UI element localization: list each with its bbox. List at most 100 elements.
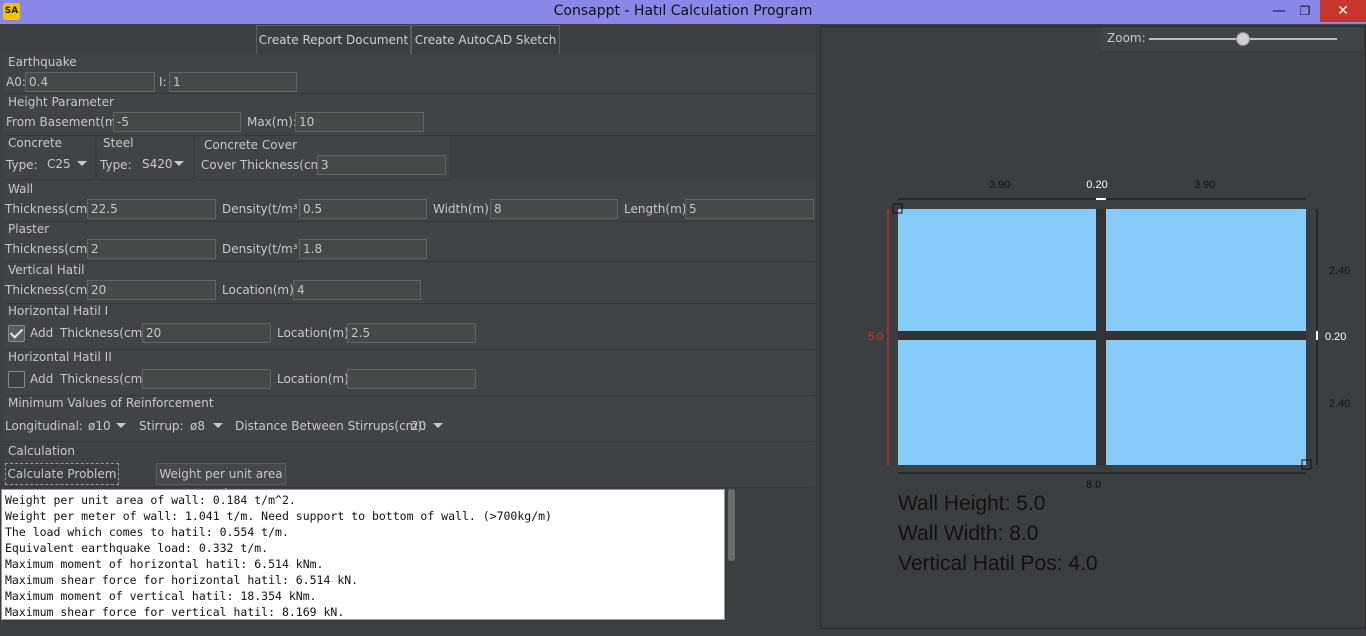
wall-panel-bottom-right: [1106, 340, 1306, 465]
horizontal-hatil-1-section: Horizontal Hatil I Add Thickness(cm): 20…: [3, 304, 816, 350]
section-title: Plaster: [8, 222, 50, 236]
concrete-type-select[interactable]: C25: [47, 153, 87, 175]
wall-thickness-label: Thickness(cm):: [5, 202, 97, 216]
dim-height: 5.0: [868, 331, 883, 343]
section-title: Wall: [8, 182, 34, 196]
wall-width-field[interactable]: 8: [490, 199, 618, 219]
create-autocad-button[interactable]: Create AutoCAD Sketch: [411, 25, 560, 55]
wall-panel-top-right: [1106, 209, 1306, 331]
stirrup-distance-select[interactable]: 20: [411, 415, 443, 437]
section-title: Horizontal Hatil I: [8, 304, 109, 318]
wall-section: Wall Thickness(cm): 22.5 Density(t/m³): …: [3, 180, 816, 222]
dim-width: 8.0: [1086, 479, 1101, 491]
longitudinal-select[interactable]: ø10: [88, 415, 126, 437]
horizontal-2-location-field[interactable]: [347, 369, 476, 389]
horizontal-2-thickness-label: Thickness(cm):: [60, 372, 152, 386]
title-bar: SA Consappt - Hatıl Calculation Program …: [0, 0, 1366, 24]
maximize-button[interactable]: ❐: [1292, 0, 1318, 22]
dim-right-span: 3.90: [1194, 179, 1215, 191]
earthquake-section: Earthquake A0: 0.4 I: 1: [3, 54, 816, 94]
output-line: Maximum moment of vertical hatil: 18.354…: [5, 589, 317, 603]
result-output[interactable]: Weight per unit area of wall: 0.184 t/m^…: [1, 489, 725, 620]
horizontal-hatil-2-section: Horizontal Hatil II Add Thickness(cm): L…: [3, 350, 816, 396]
vertical-location-label: Location(m):: [222, 283, 298, 297]
horizontal-1-add-label: Add: [30, 326, 54, 340]
horizontal-1-thickness-field[interactable]: 20: [142, 323, 271, 343]
section-title: Concrete Cover: [204, 138, 298, 152]
section-title: Steel: [103, 136, 134, 150]
horizontal-1-location-field[interactable]: 2.5: [347, 323, 476, 343]
vertical-thickness-field[interactable]: 20: [87, 280, 216, 300]
summary-vertical-hatil-pos: Vertical Hatil Pos: 4.0: [898, 552, 1098, 575]
section-title: Calculation: [8, 444, 75, 458]
plaster-density-label: Density(t/m³):: [222, 242, 307, 256]
wall-thickness-field[interactable]: 22.5: [87, 199, 216, 219]
steel-section: Steel Type: S420: [97, 136, 193, 180]
horizontal-2-thickness-field[interactable]: [142, 369, 271, 389]
summary-wall-width: Wall Width: 8.0: [898, 522, 1039, 545]
cover-section: Concrete Cover Cover Thickness(cm): 3: [195, 136, 450, 180]
plaster-section: Plaster Thickness(cm): 2 Density(t/m³): …: [3, 222, 816, 262]
dim-vertical-hatil: 0.20: [1086, 179, 1107, 191]
stirrup-distance-label: Distance Between Stirrups(cm):: [235, 419, 427, 433]
output-line: Maximum moment of horizontal hatil: 6.51…: [5, 557, 324, 571]
wall-width-label: Width(m):: [433, 202, 493, 216]
section-title: Earthquake: [8, 55, 77, 69]
output-line: The load which comes to hatil: 0.554 t/m…: [5, 525, 289, 539]
a0-label: A0:: [6, 75, 26, 89]
horizontal-2-location-label: Location(m):: [277, 372, 353, 386]
steel-type-select[interactable]: S420: [142, 153, 184, 175]
minimize-button[interactable]: —: [1266, 0, 1292, 22]
horizontal-1-thickness-label: Thickness(cm):: [60, 326, 152, 340]
horizontal-1-add-checkbox[interactable]: [8, 325, 25, 342]
sketch-panel: Zoom: 3.90 0.20 3.90 2.40 0.20 2.40 5.0: [820, 26, 1366, 629]
cover-thickness-label: Cover Thickness(cm):: [201, 158, 331, 172]
i-field[interactable]: 1: [169, 72, 297, 92]
from-basement-field[interactable]: -5: [113, 112, 241, 132]
input-panel: Create Report Document Create AutoCAD Sk…: [0, 24, 818, 636]
output-line: Maximum shear force for vertical hatil: …: [5, 605, 345, 619]
weight-per-area-button[interactable]: Weight per unit area of: [156, 463, 286, 501]
close-button[interactable]: ✕: [1320, 0, 1366, 22]
vertical-thickness-label: Thickness(cm):: [5, 283, 97, 297]
max-height-field[interactable]: 10: [295, 112, 424, 132]
calculate-button[interactable]: Calculate Problem: [5, 463, 119, 485]
output-scrollbar[interactable]: [727, 489, 736, 620]
chevron-down-icon: [433, 423, 443, 428]
plaster-thickness-label: Thickness(cm):: [5, 242, 97, 256]
output-line: Maximum shear force for horizontal hatil…: [5, 573, 359, 587]
horizontal-1-location-label: Location(m):: [277, 326, 353, 340]
dim-top-span: 2.40: [1329, 265, 1350, 277]
horizontal-2-add-checkbox[interactable]: [8, 371, 25, 388]
a0-field[interactable]: 0.4: [25, 72, 155, 92]
longitudinal-label: Longitudinal:: [5, 419, 83, 433]
i-label: I:: [159, 75, 167, 89]
section-title: Minimum Values of Reinforcement: [8, 396, 214, 410]
vertical-location-field[interactable]: 4: [293, 280, 421, 300]
window-title: Consappt - Hatıl Calculation Program: [553, 3, 813, 19]
wall-panel-bottom-left: [898, 340, 1096, 465]
height-section: Height Parameter From Basement(m): -5 Ma…: [3, 94, 816, 136]
stirrup-select[interactable]: ø8: [190, 415, 223, 437]
section-title: Height Parameter: [8, 95, 114, 109]
dim-bottom-span: 2.40: [1329, 398, 1350, 410]
horizontal-hatil: [898, 331, 1306, 340]
section-title: Concrete: [8, 136, 63, 150]
summary-wall-height: Wall Height: 5.0: [898, 492, 1046, 515]
output-line: Weight per meter of wall: 1.041 t/m. Nee…: [5, 509, 552, 523]
wall-length-field[interactable]: 5: [685, 199, 814, 219]
plaster-thickness-field[interactable]: 2: [87, 239, 216, 259]
scrollbar-thumb[interactable]: [728, 489, 735, 561]
wall-length-label: Length(m):: [624, 202, 691, 216]
section-title: Horizontal Hatil II: [8, 350, 112, 364]
wall-density-field[interactable]: 0.5: [299, 199, 427, 219]
stirrup-label: Stirrup:: [139, 419, 184, 433]
chevron-down-icon: [213, 423, 223, 428]
create-report-button[interactable]: Create Report Document: [256, 25, 411, 55]
cover-thickness-field[interactable]: 3: [317, 155, 446, 175]
max-height-label: Max(m):: [247, 115, 297, 129]
plaster-density-field[interactable]: 1.8: [299, 239, 427, 259]
from-basement-label: From Basement(m):: [6, 115, 126, 129]
calculation-section: Calculation Calculate Problem Weight per…: [3, 442, 816, 501]
chevron-down-icon: [77, 161, 87, 166]
